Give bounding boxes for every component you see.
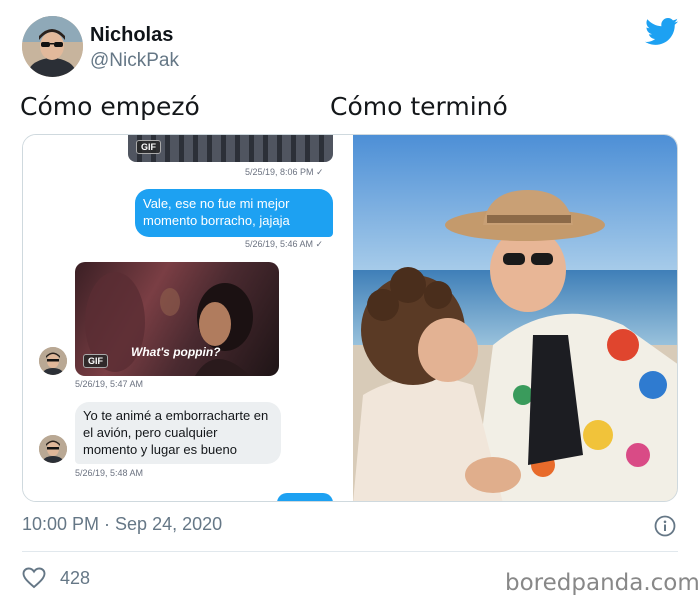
caption-before: Cómo empezó [20, 92, 200, 121]
chat-avatar [39, 435, 67, 463]
twitter-bird-icon[interactable] [645, 18, 679, 46]
message-bubble-outgoing: Vale, ese no fue mi mejor momento borrac… [135, 189, 333, 237]
divider [22, 551, 678, 552]
message-time: 5/25/19, 8:06 PM ✓ [245, 167, 324, 177]
gif-caption: What's poppin? [131, 345, 221, 359]
heart-icon[interactable] [22, 567, 46, 589]
message-time: 5/26/19, 5:48 AM [75, 468, 144, 478]
gif-thumbnail-top: GIF [128, 135, 333, 162]
info-icon[interactable] [654, 515, 676, 537]
display-name[interactable]: Nicholas [90, 24, 173, 47]
tweet-media[interactable]: GIF 5/25/19, 8:06 PM ✓ Vale, ese no fue … [22, 134, 678, 502]
gif-badge: GIF [136, 140, 161, 154]
message-bubble-outgoing-partial [277, 493, 333, 501]
chat-screenshot: GIF 5/25/19, 8:06 PM ✓ Vale, ese no fue … [23, 135, 349, 501]
chat-avatar [39, 347, 67, 375]
message-time: 5/26/19, 5:46 AM ✓ [245, 239, 324, 249]
like-count[interactable]: 428 [60, 568, 90, 589]
gif-message: GIF What's poppin? [75, 262, 279, 376]
tweet-timestamp[interactable]: 10:00 PM · Sep 24, 2020 [22, 514, 222, 535]
gif-badge: GIF [83, 354, 108, 368]
avatar[interactable] [22, 16, 83, 77]
caption-after: Cómo terminó [330, 92, 508, 121]
couple-photo [353, 135, 677, 501]
message-time: 5/26/19, 5:47 AM [75, 379, 144, 389]
message-bubble-incoming: Yo te animé a emborracharte en el avión,… [75, 402, 281, 464]
user-handle[interactable]: @NickPak [90, 50, 179, 72]
source-watermark: boredpanda.com [505, 570, 700, 596]
